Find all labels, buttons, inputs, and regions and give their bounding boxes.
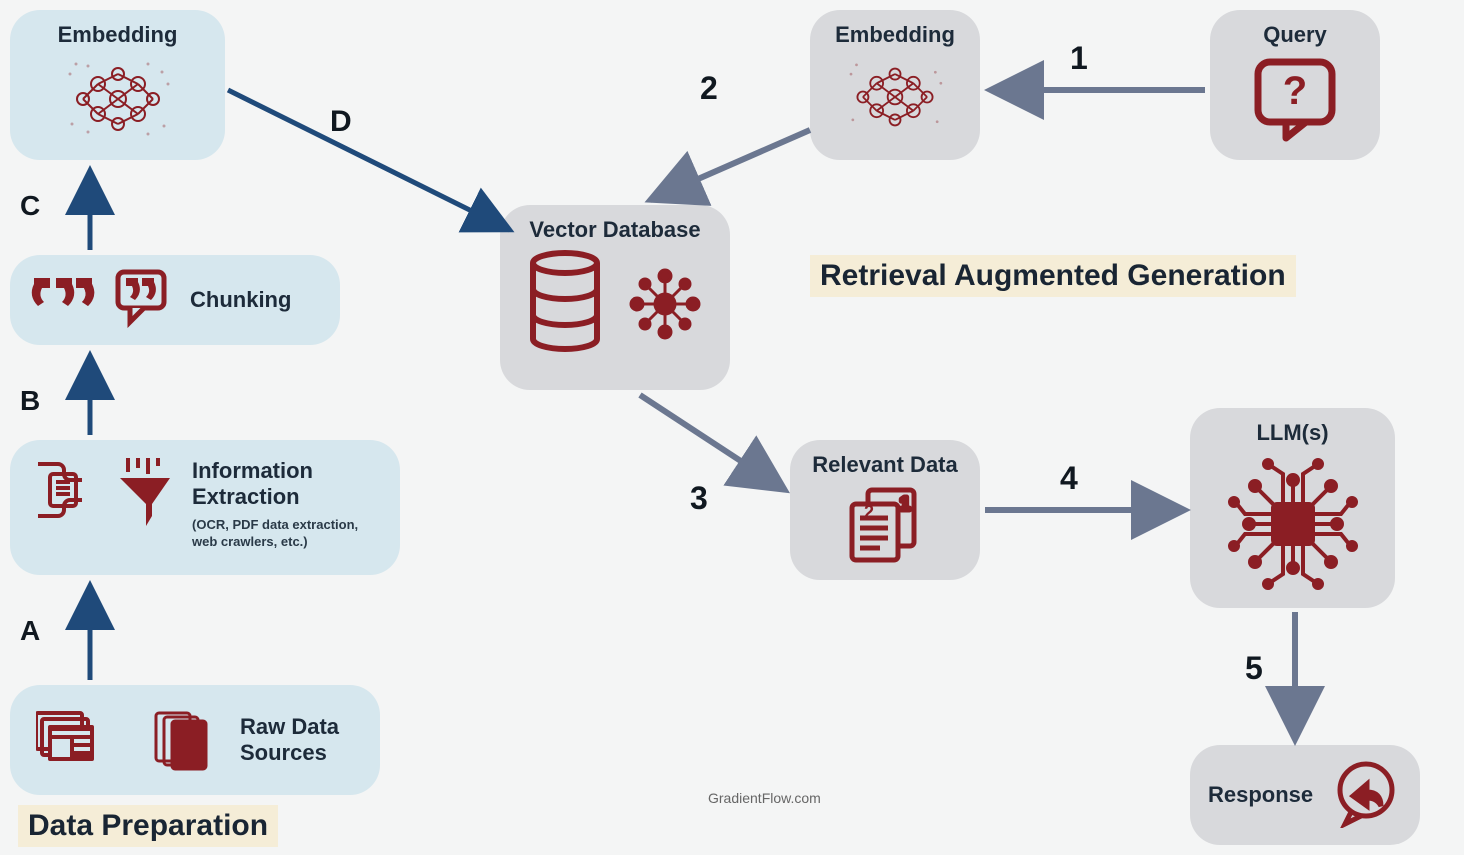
step-A: A — [20, 615, 40, 647]
question-icon: ? — [1250, 56, 1340, 151]
embedding-right-label: Embedding — [835, 22, 955, 48]
information-extraction-node: Information Extraction (OCR, PDF data ex… — [10, 440, 400, 575]
arrow-2 — [650, 130, 810, 200]
info-extract-label: Information Extraction — [192, 458, 382, 511]
documents-icon — [36, 703, 126, 778]
vector-db-label: Vector Database — [529, 217, 700, 243]
svg-text:2: 2 — [864, 502, 874, 522]
llm-label: LLM(s) — [1256, 420, 1328, 446]
funnel-icon — [116, 458, 174, 535]
data-preparation-heading: Data Preparation — [18, 805, 278, 847]
ocr-icon — [28, 458, 98, 527]
step-D: D — [330, 105, 352, 139]
quotes-icon — [28, 278, 98, 323]
response-label: Response — [1208, 782, 1313, 808]
raw-data-label: Raw Data Sources — [240, 714, 362, 766]
neural-net-icon — [58, 54, 178, 149]
embedding-right-node: Embedding — [810, 10, 980, 160]
embedding-left-node: Embedding — [10, 10, 225, 160]
embedding-left-label: Embedding — [58, 22, 178, 48]
info-extract-sublabel: (OCR, PDF data extraction, web crawlers,… — [192, 517, 382, 551]
svg-text:1: 1 — [900, 494, 910, 514]
step-3: 3 — [690, 480, 708, 517]
chunking-node: Chunking — [10, 255, 340, 345]
rag-heading: Retrieval Augmented Generation — [810, 255, 1296, 297]
reply-icon — [1331, 758, 1401, 833]
database-icon — [525, 249, 605, 364]
step-5: 5 — [1245, 650, 1263, 687]
relevant-data-node: Relevant Data 12 — [790, 440, 980, 580]
neural-net-icon — [840, 54, 950, 145]
svg-text:?: ? — [1283, 69, 1307, 113]
watermark: GradientFlow.com — [708, 790, 821, 806]
vector-database-node: Vector Database — [500, 205, 730, 390]
step-2: 2 — [700, 70, 718, 107]
query-node: Query ? — [1210, 10, 1380, 160]
step-1: 1 — [1070, 40, 1088, 77]
files-icon — [148, 703, 218, 778]
llm-node: LLM(s) — [1190, 408, 1395, 608]
chunking-label: Chunking — [190, 287, 291, 313]
diagram-canvas: Data Preparation Retrieval Augmented Gen… — [0, 0, 1464, 855]
query-label: Query — [1263, 22, 1327, 48]
step-C: C — [20, 190, 40, 222]
arrow-D — [228, 90, 510, 230]
relevant-data-label: Relevant Data — [812, 452, 958, 478]
step-4: 4 — [1060, 460, 1078, 497]
arrow-3 — [640, 395, 785, 490]
chip-icon — [1218, 454, 1368, 599]
raw-data-sources-node: Raw Data Sources — [10, 685, 380, 795]
response-node: Response — [1190, 745, 1420, 845]
pages-icon: 12 — [840, 484, 930, 569]
graph-icon — [625, 264, 705, 349]
step-B: B — [20, 385, 40, 417]
speech-bubble-icon — [114, 268, 174, 333]
